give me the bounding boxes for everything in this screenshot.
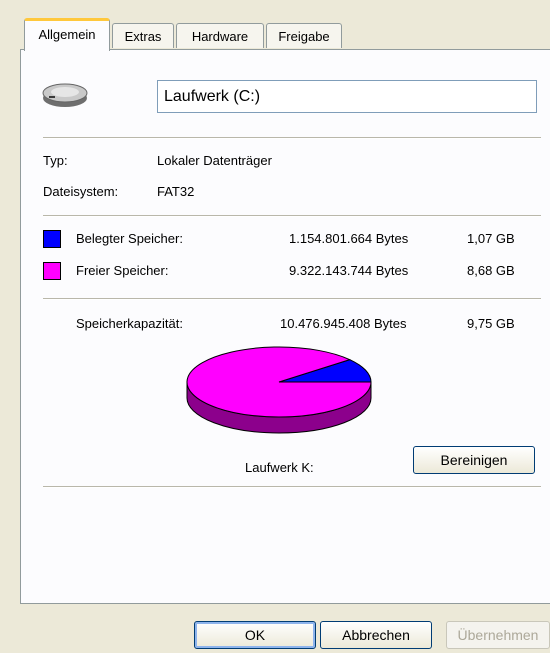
divider (43, 137, 541, 139)
capacity-label: Speicherkapazität: (76, 316, 183, 331)
general-tab-panel: Typ: Lokaler Datenträger Dateisystem: FA… (20, 49, 550, 604)
hard-drive-icon (42, 83, 88, 107)
type-value: Lokaler Datenträger (157, 153, 272, 168)
free-space-label: Freier Speicher: (76, 263, 169, 278)
drive-name-input[interactable] (157, 80, 537, 113)
used-space-gb: 1,07 GB (467, 231, 515, 246)
tab-extras[interactable]: Extras (112, 23, 174, 48)
disk-usage-pie-chart (186, 346, 372, 434)
tab-freigabe[interactable]: Freigabe (266, 23, 342, 48)
used-space-bytes: 1.154.801.664 Bytes (289, 231, 409, 246)
free-space-gb: 8,68 GB (467, 263, 515, 278)
free-space-bytes: 9.322.143.744 Bytes (289, 263, 409, 278)
free-space-swatch (43, 262, 61, 280)
capacity-gb: 9,75 GB (467, 316, 515, 331)
tab-hardware[interactable]: Hardware (176, 23, 264, 48)
filesystem-label: Dateisystem: (43, 184, 119, 199)
divider (43, 486, 541, 488)
pie-slice-free (186, 346, 372, 418)
filesystem-value: FAT32 (157, 184, 195, 199)
capacity-bytes: 10.476.945.408 Bytes (280, 316, 407, 331)
divider (43, 298, 541, 300)
cleanup-button[interactable]: Bereinigen (413, 446, 535, 474)
type-label: Typ: (43, 153, 68, 168)
tab-allgemein[interactable]: Allgemein (24, 18, 110, 51)
drive-letter-label: Laufwerk K: (245, 460, 314, 475)
cancel-button[interactable]: Abbrechen (320, 621, 432, 649)
divider (43, 215, 541, 217)
used-space-label: Belegter Speicher: (76, 231, 183, 246)
used-space-swatch (43, 230, 61, 248)
ok-button[interactable]: OK (194, 621, 316, 649)
apply-button: Übernehmen (446, 621, 550, 649)
